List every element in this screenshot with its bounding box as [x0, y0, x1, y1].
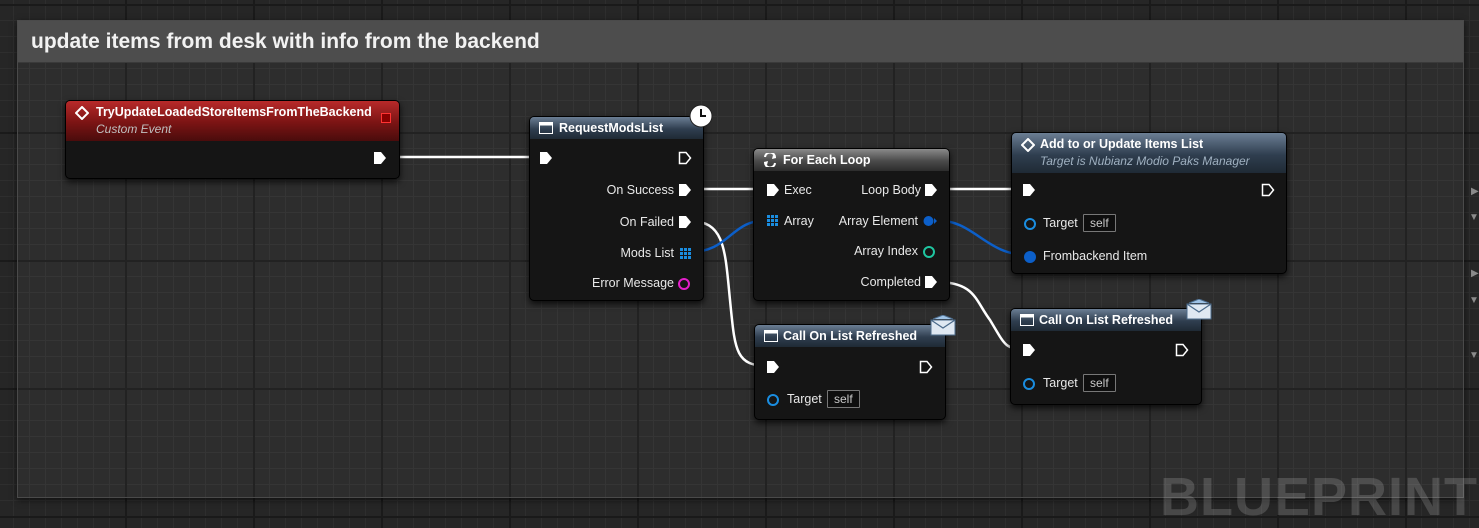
exec-out-pin[interactable] — [678, 151, 692, 165]
exec-out-pin[interactable] — [919, 360, 933, 374]
completed-pin[interactable] — [924, 275, 938, 289]
message-envelope-icon — [1186, 299, 1212, 320]
add-node-subtitle: Target is Nubianz Modio Paks Manager — [1040, 154, 1250, 168]
function-icon — [539, 122, 553, 134]
exec-in-pin[interactable] — [1022, 343, 1036, 357]
event-diamond-icon — [75, 106, 89, 120]
target-label: Target — [1043, 216, 1078, 230]
integer-pin[interactable] — [923, 246, 935, 258]
target-label: Target — [787, 392, 822, 406]
error-message-label: Error Message — [592, 276, 674, 290]
array-element-label: Array Element — [838, 214, 918, 228]
on-failed-pin[interactable] — [678, 215, 692, 229]
frombackend-item-pin[interactable] — [1024, 251, 1036, 263]
on-success-pin[interactable] — [678, 183, 692, 197]
on-success-label: On Success — [606, 183, 674, 197]
target-self-field[interactable]: self — [1083, 214, 1116, 232]
refresh-a-title: Call On List Refreshed — [783, 329, 918, 343]
message-envelope-icon — [930, 315, 956, 336]
target-self-field[interactable]: self — [827, 390, 860, 408]
frombackend-item-label: Frombackend Item — [1043, 249, 1148, 263]
add-node-title: Add to or Update Items List — [1040, 137, 1204, 151]
target-pin[interactable] — [1024, 218, 1036, 230]
on-failed-label: On Failed — [619, 215, 674, 229]
exec-label: Exec — [784, 183, 812, 197]
mods-list-label: Mods List — [620, 246, 675, 260]
completed-label: Completed — [860, 275, 921, 289]
loop-body-label: Loop Body — [861, 183, 921, 197]
exec-in-pin[interactable] — [766, 360, 780, 374]
target-pin[interactable] — [1023, 378, 1035, 390]
event-node[interactable]: TryUpdateLoadedStoreItemsFromTheBackend … — [65, 100, 400, 179]
add-update-items-node[interactable]: Add to or Update Items List Target is Nu… — [1011, 132, 1287, 274]
exec-out-pin[interactable] — [1261, 183, 1275, 197]
request-mods-list-node[interactable]: RequestModsList On Success On Failed Mod… — [529, 116, 704, 301]
array-element-pin[interactable] — [923, 215, 937, 227]
loop-body-pin[interactable] — [924, 183, 938, 197]
function-icon — [764, 330, 778, 342]
array-label: Array — [784, 214, 814, 228]
target-label: Target — [1043, 376, 1078, 390]
scroll-down-arrow-icon[interactable]: ▼ — [1469, 212, 1479, 223]
exec-out-pin[interactable] — [373, 151, 387, 165]
call-on-list-refreshed-node-a[interactable]: Call On List Refreshed Target self — [754, 324, 946, 420]
function-diamond-icon — [1021, 138, 1035, 152]
request-node-title: RequestModsList — [559, 121, 664, 135]
event-node-title: TryUpdateLoadedStoreItemsFromTheBackend — [96, 105, 372, 119]
blueprint-watermark: BLUEPRINT — [1160, 467, 1478, 527]
exec-in-pin[interactable] — [766, 183, 780, 197]
target-pin[interactable] — [767, 394, 779, 406]
loop-node-title: For Each Loop — [783, 153, 871, 167]
scroll-down-arrow-icon[interactable]: ▼ — [1469, 295, 1479, 306]
exec-in-pin[interactable] — [539, 151, 553, 165]
scroll-right-arrow-icon[interactable]: ▶ — [1471, 186, 1479, 197]
scroll-down-arrow-icon[interactable]: ▼ — [1469, 350, 1479, 361]
delegate-pin-icon[interactable] — [381, 113, 391, 123]
scroll-right-arrow-icon[interactable]: ▶ — [1471, 268, 1479, 279]
target-self-field[interactable]: self — [1083, 374, 1116, 392]
array-grid-pin[interactable] — [767, 215, 778, 226]
for-each-loop-node[interactable]: For Each Loop Exec Array Loop Body Array… — [753, 148, 950, 301]
loop-icon — [764, 153, 776, 167]
string-pin[interactable] — [678, 278, 690, 290]
latent-clock-icon — [689, 104, 713, 128]
array-index-label: Array Index — [854, 244, 918, 258]
exec-out-pin[interactable] — [1175, 343, 1189, 357]
function-icon — [1020, 314, 1034, 326]
refresh-b-title: Call On List Refreshed — [1039, 313, 1174, 327]
event-node-subtitle: Custom Event — [96, 122, 172, 136]
exec-in-pin[interactable] — [1022, 183, 1036, 197]
array-grid-pin[interactable] — [680, 248, 691, 259]
call-on-list-refreshed-node-b[interactable]: Call On List Refreshed Target self — [1010, 308, 1202, 405]
